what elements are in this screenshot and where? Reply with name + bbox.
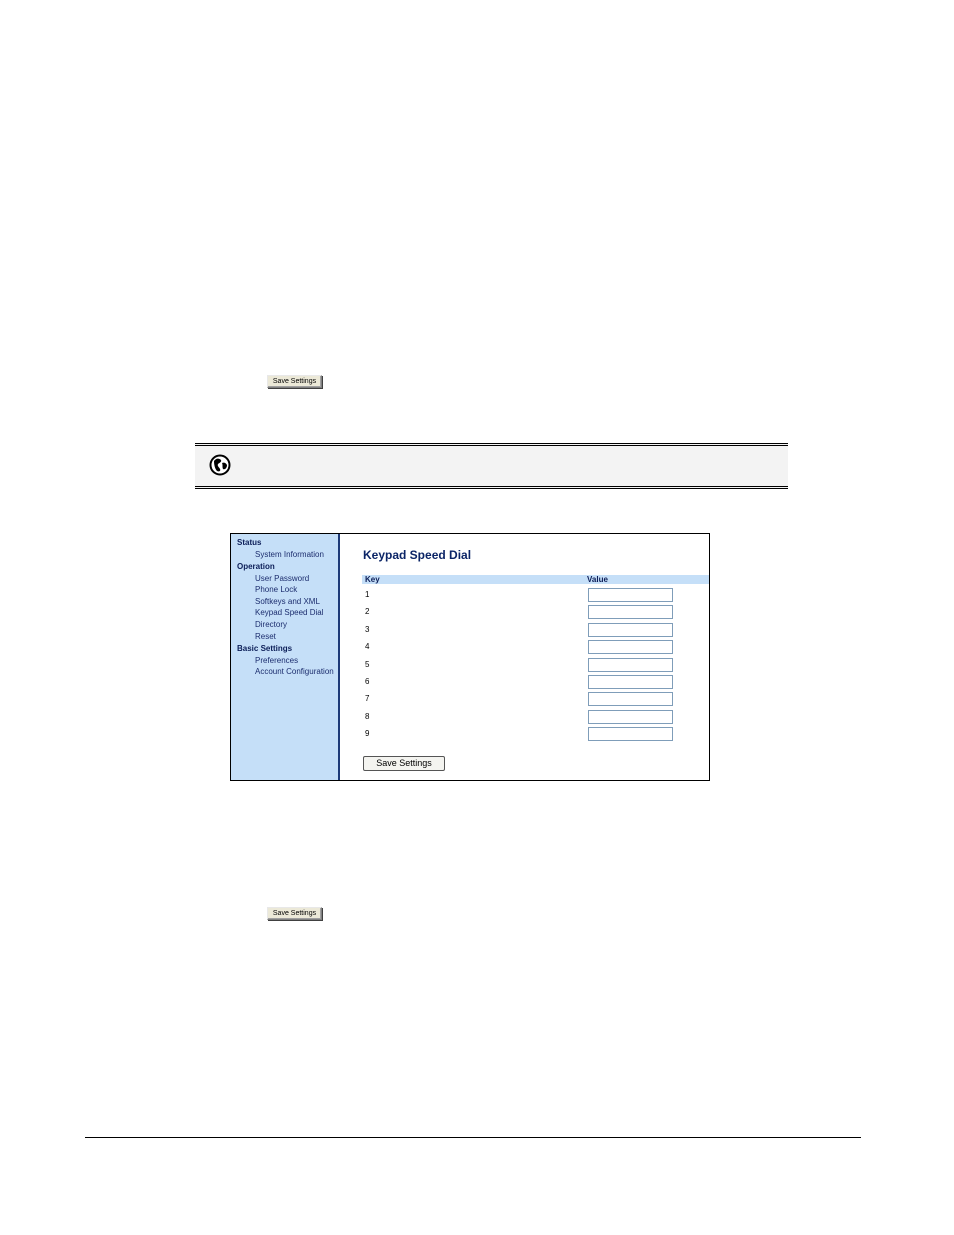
speed-dial-value-input[interactable] xyxy=(588,622,673,637)
sidebar-nav: Status System Information Operation User… xyxy=(231,534,340,780)
globe-note-icon xyxy=(209,454,231,476)
page-title: Keypad Speed Dial xyxy=(363,548,472,562)
column-header-value: Value xyxy=(587,575,608,584)
nav-preferences[interactable]: Preferences xyxy=(255,655,298,666)
nav-system-information[interactable]: System Information xyxy=(255,549,324,560)
keypad-speed-dial-screenshot: Status System Information Operation User… xyxy=(230,533,710,781)
speed-dial-key-label: 3 xyxy=(365,624,370,634)
speed-dial-key-label: 8 xyxy=(365,711,370,721)
speed-dial-key-label: 6 xyxy=(365,677,370,686)
speed-dial-key-label: 7 xyxy=(365,694,370,704)
speed-dial-key-label: 5 xyxy=(365,659,370,669)
footer-rule xyxy=(85,1137,861,1138)
nav-phone-lock[interactable]: Phone Lock xyxy=(255,584,297,595)
save-settings-button-top[interactable]: Save Settings xyxy=(267,375,322,388)
speed-dial-value-input[interactable] xyxy=(588,657,673,672)
speed-dial-value-input[interactable] xyxy=(588,692,673,707)
save-settings-button-bottom[interactable]: Save Settings xyxy=(267,907,322,920)
speed-dial-key-label: 2 xyxy=(365,607,370,617)
nav-softkeys-xml[interactable]: Softkeys and XML xyxy=(255,596,320,607)
speed-dial-value-input[interactable] xyxy=(588,709,673,724)
speed-dial-value-input[interactable] xyxy=(588,588,673,602)
speed-dial-value-input[interactable] xyxy=(588,605,673,620)
table-header: Key Value xyxy=(362,575,709,584)
nav-directory[interactable]: Directory xyxy=(255,619,287,630)
note-box xyxy=(195,443,788,489)
nav-keypad-speed-dial[interactable]: Keypad Speed Dial xyxy=(255,607,324,618)
speed-dial-value-input[interactable] xyxy=(588,727,673,742)
speed-dial-value-input[interactable] xyxy=(588,675,673,689)
nav-basic-settings-header: Basic Settings xyxy=(237,644,293,653)
nav-reset[interactable]: Reset xyxy=(255,631,276,642)
nav-account-configuration[interactable]: Account Configuration xyxy=(255,666,334,677)
speed-dial-key-label: 9 xyxy=(365,729,370,739)
column-header-key: Key xyxy=(365,575,380,584)
save-settings-button[interactable]: Save Settings xyxy=(363,756,445,771)
nav-status-header: Status xyxy=(237,538,262,547)
speed-dial-value-input[interactable] xyxy=(588,640,673,655)
speed-dial-key-label: 4 xyxy=(365,642,370,652)
nav-user-password[interactable]: User Password xyxy=(255,573,309,584)
nav-operation-header: Operation xyxy=(237,562,275,571)
speed-dial-key-label: 1 xyxy=(365,590,370,599)
